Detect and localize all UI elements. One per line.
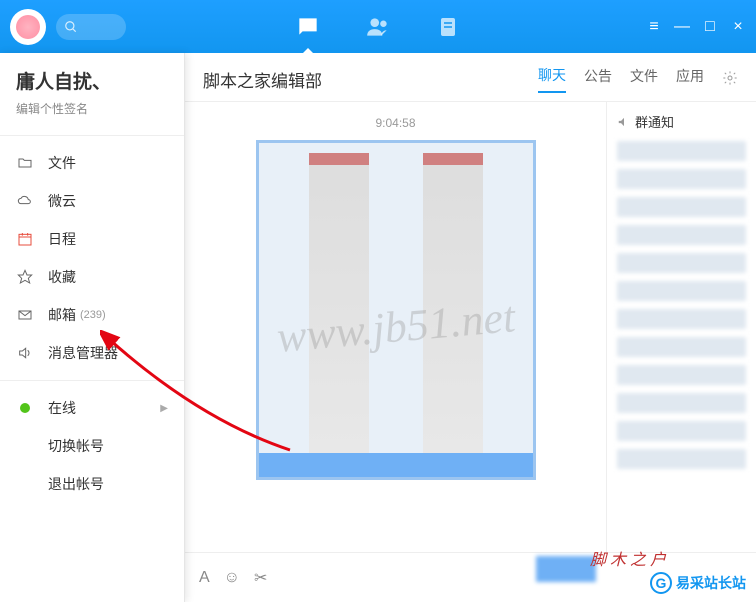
scissors-button[interactable]: ✂ [254,568,267,588]
nav-contacts[interactable] [363,12,393,42]
status-dot-online [20,403,30,413]
menu-online-status[interactable]: 在线 ▶ [0,389,184,427]
member-list [617,141,746,469]
message-icon [295,14,321,40]
font-button[interactable]: A [199,569,210,587]
menu-label: 退出帐号 [48,474,104,494]
menu-msg-manager[interactable]: 消息管理器 [0,334,184,372]
profile-name: 庸人自扰、 [16,67,168,94]
tab-chat[interactable]: 聊天 [538,65,566,93]
chat-message-image[interactable] [256,140,536,480]
menu-label: 日程 [48,229,76,249]
menu-button[interactable]: ≡ [646,19,662,35]
mail-icon [16,306,34,324]
main-menu-panel: 庸人自扰、 编辑个性签名 文件 微云 日程 收藏 邮箱 (239) 消息管理器 [0,53,185,602]
emoji-button[interactable]: ☺ [224,569,240,587]
site-logo: G 易采站长站 [650,572,746,594]
chat-title: 脚本之家编辑部 [203,67,322,92]
chevron-right-icon: ▶ [160,403,168,414]
apps-icon [436,15,460,39]
side-panel-title[interactable]: 群通知 [617,112,746,131]
tab-app[interactable]: 应用 [676,66,704,92]
menu-label: 消息管理器 [48,343,118,363]
horn-icon [617,115,631,129]
speaker-icon [16,344,34,362]
menu-switch-account[interactable]: 切换帐号 [0,427,184,465]
profile-signature[interactable]: 编辑个性签名 [16,100,168,117]
folder-icon [16,154,34,172]
gear-icon [722,70,738,86]
menu-label: 邮箱 [48,305,76,325]
menu-mail[interactable]: 邮箱 (239) [0,296,184,334]
contacts-icon [365,14,391,40]
calendar-icon [16,230,34,248]
menu-label: 收藏 [48,267,76,287]
star-icon [16,268,34,286]
close-button[interactable]: × [730,19,746,35]
menu-file[interactable]: 文件 [0,144,184,182]
menu-favorites[interactable]: 收藏 [0,258,184,296]
send-button[interactable] [536,556,596,582]
menu-label: 文件 [48,153,76,173]
tab-file[interactable]: 文件 [630,66,658,92]
nav-messages[interactable] [293,12,323,42]
maximize-button[interactable]: □ [702,19,718,35]
minimize-button[interactable]: — [674,19,690,35]
user-avatar[interactable] [10,9,46,45]
menu-label: 切换帐号 [48,436,104,456]
nav-apps[interactable] [433,12,463,42]
menu-logout[interactable]: 退出帐号 [0,465,184,503]
menu-schedule[interactable]: 日程 [0,220,184,258]
menu-cloud[interactable]: 微云 [0,182,184,220]
menu-label: 微云 [48,191,76,211]
search-input[interactable] [56,14,126,40]
menu-label: 在线 [48,398,76,418]
chat-timestamp: 9:04:58 [195,116,596,130]
watermark-red: 脚 木 之 户 [590,546,666,570]
mail-count: (239) [80,309,106,321]
search-icon [64,20,78,34]
cloud-icon [16,192,34,210]
settings-button[interactable] [722,70,738,89]
tab-notice[interactable]: 公告 [584,66,612,92]
